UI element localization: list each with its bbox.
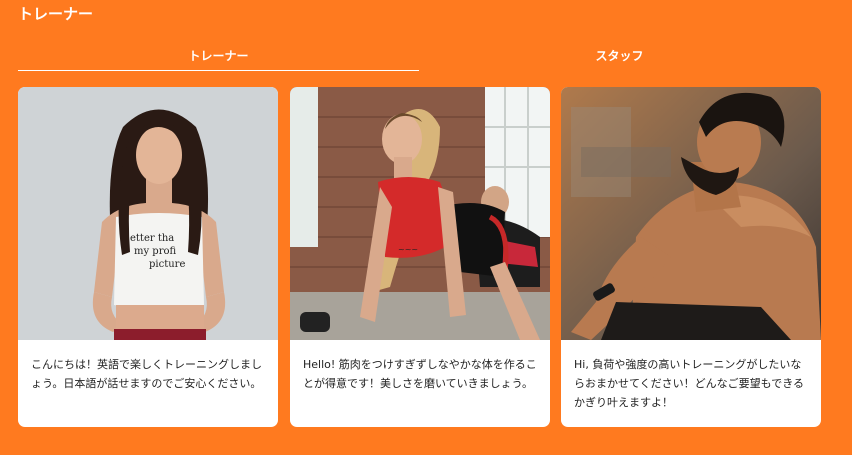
trainer-card[interactable]: Hi, 負荷や強度の高いトレーニングがしたいならおまかせてください！どんなご要望… xyxy=(561,87,821,427)
svg-text:~~~: ~~~ xyxy=(398,245,418,254)
tab-staff[interactable]: スタッフ xyxy=(419,40,820,70)
trainer-photo: ~~~ xyxy=(290,87,550,340)
trainer-photo-image: etter tha my profi picture xyxy=(18,87,278,340)
shirt-print-line-3: picture xyxy=(149,259,185,270)
tab-bar: トレーナー スタッフ xyxy=(18,40,820,72)
shirt-print-line-1: etter tha xyxy=(130,233,174,244)
trainer-photo xyxy=(561,87,821,340)
tab-trainer[interactable]: トレーナー xyxy=(18,40,419,70)
active-tab-underline xyxy=(18,70,419,71)
trainer-card[interactable]: ~~~ Hello! 筋肉をつけすぎずしなやかな体を作ることが得意です！美しさを… xyxy=(290,87,550,427)
trainer-message: Hello! 筋肉をつけすぎずしなやかな体を作ることが得意です！美しさを磨いてい… xyxy=(303,358,537,390)
trainer-photo-image: ~~~ xyxy=(290,87,550,340)
trainer-photo: etter tha my profi picture xyxy=(18,87,278,340)
shirt-print-line-2: my profi xyxy=(134,246,177,257)
trainer-photo-image xyxy=(561,87,821,340)
trainer-message: こんにちは！英語で楽しくトレーニングしましょう。日本語が話せますのでご安心くださ… xyxy=(31,358,262,390)
section-title: トレーナー xyxy=(18,5,94,23)
trainer-card[interactable]: etter tha my profi picture こんにちは！英語で楽しくト… xyxy=(18,87,278,427)
trainer-message: Hi, 負荷や強度の高いトレーニングがしたいならおまかせてください！どんなご要望… xyxy=(574,358,805,409)
